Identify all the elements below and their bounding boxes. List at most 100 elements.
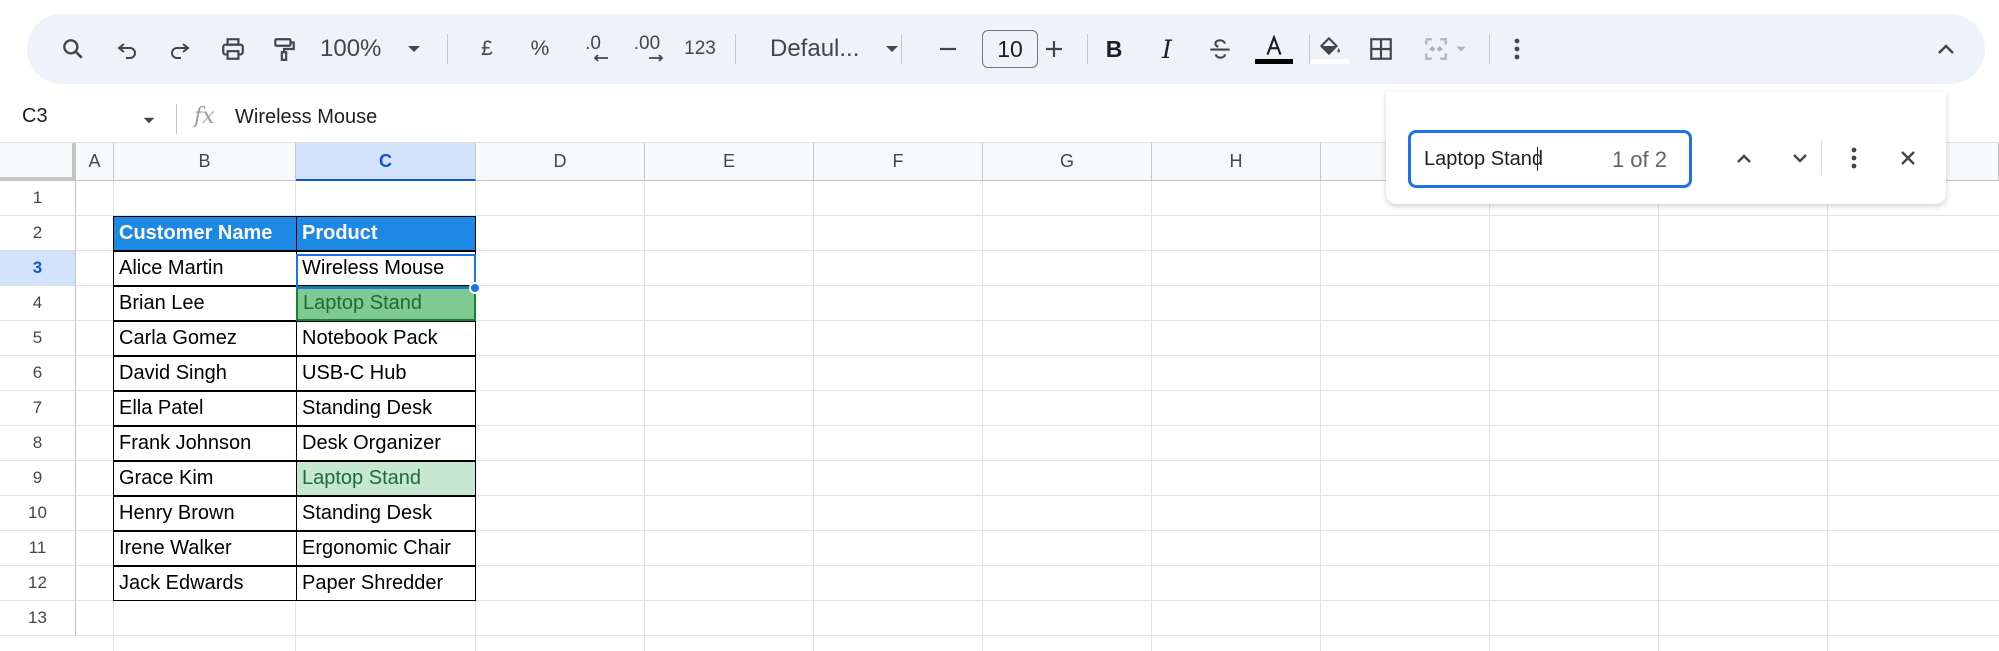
current-match-cell[interactable]: Laptop Stand xyxy=(296,286,476,321)
search-icon xyxy=(63,39,83,59)
table-cell[interactable]: Frank Johnson xyxy=(113,426,297,461)
table-cell[interactable]: Carla Gomez xyxy=(113,321,297,356)
merge-cells-button[interactable] xyxy=(1415,29,1475,69)
increase-font-size-button[interactable] xyxy=(1034,29,1074,69)
table-header-customer-name[interactable]: Customer Name xyxy=(113,216,297,251)
chevron-down-icon xyxy=(1456,46,1466,52)
previous-match-button[interactable] xyxy=(1724,138,1764,178)
table-cell[interactable]: Notebook Pack xyxy=(296,321,476,356)
row-header-1[interactable]: 1 xyxy=(0,181,76,216)
table-cell[interactable]: Standing Desk xyxy=(296,391,476,426)
name-box[interactable]: C3 xyxy=(22,105,48,128)
row-header-3[interactable]: 3 xyxy=(0,251,76,286)
row-header-13[interactable]: 13 xyxy=(0,601,76,636)
table-cell[interactable]: Henry Brown xyxy=(113,496,297,531)
search-menus-button[interactable] xyxy=(53,29,93,69)
format-currency-button[interactable]: £ xyxy=(467,29,507,69)
collapse-menus-button[interactable] xyxy=(1926,29,1966,69)
column-header-e[interactable]: E xyxy=(645,143,814,181)
percent-label: % xyxy=(530,37,550,60)
table-cell[interactable]: Irene Walker xyxy=(113,531,297,566)
decrease-decimal-button[interactable]: .0 xyxy=(571,29,615,69)
row-header-2[interactable]: 2 xyxy=(0,216,76,251)
format-percent-button[interactable]: % xyxy=(520,29,560,69)
zoom-value: 100% xyxy=(320,35,382,62)
chevron-down-icon[interactable] xyxy=(142,116,156,125)
match-cell[interactable]: Laptop Stand xyxy=(296,461,476,496)
row-header-9[interactable]: 9 xyxy=(0,461,76,496)
font-select[interactable]: Defaul... xyxy=(770,29,910,69)
column-header-a[interactable]: A xyxy=(76,143,114,181)
column-header-b[interactable]: B xyxy=(114,143,296,181)
close-find-button[interactable] xyxy=(1888,138,1928,178)
more-vert-icon xyxy=(1514,38,1520,60)
column-header-h[interactable]: H xyxy=(1152,143,1321,181)
zoom-select[interactable]: 100% xyxy=(320,29,460,69)
text-color-icon xyxy=(1266,34,1282,55)
table-cell[interactable]: Grace Kim xyxy=(113,461,297,496)
table-cell[interactable]: Standing Desk xyxy=(296,496,476,531)
table-cell[interactable]: Ergonomic Chair xyxy=(296,531,476,566)
gridline xyxy=(813,181,814,651)
chevron-down-icon xyxy=(1793,154,1807,163)
bold-button[interactable]: B xyxy=(1094,29,1134,69)
font-size-input[interactable]: 10 xyxy=(982,30,1038,68)
find-input[interactable]: Laptop Stand 1 of 2 xyxy=(1408,130,1692,188)
find-options-button[interactable] xyxy=(1834,138,1874,178)
redo-icon xyxy=(171,43,190,59)
table-cell[interactable]: USB-C Hub xyxy=(296,356,476,391)
chevron-up-icon xyxy=(1938,44,1954,54)
table-cell[interactable]: Desk Organizer xyxy=(296,426,476,461)
text-color-button[interactable] xyxy=(1254,29,1294,69)
borders-button[interactable] xyxy=(1361,29,1401,69)
next-match-button[interactable] xyxy=(1780,138,1820,178)
column-header-c[interactable]: C xyxy=(296,143,476,181)
arrow-left-icon xyxy=(593,54,608,62)
table-cell[interactable]: Brian Lee xyxy=(113,286,297,321)
column-header-f[interactable]: F xyxy=(814,143,983,181)
italic-button[interactable]: I xyxy=(1147,29,1187,69)
more-formats-button[interactable]: 123 xyxy=(678,29,722,69)
fill-color-button[interactable] xyxy=(1310,29,1350,69)
more-options-button[interactable] xyxy=(1497,29,1537,69)
row-header-10[interactable]: 10 xyxy=(0,496,76,531)
toolbar-divider xyxy=(901,34,902,64)
row-header-8[interactable]: 8 xyxy=(0,426,76,461)
increase-decimal-button[interactable]: .00 xyxy=(623,29,671,69)
row-header-11[interactable]: 11 xyxy=(0,531,76,566)
arrow-right-icon xyxy=(649,54,664,62)
column-header-d[interactable]: D xyxy=(476,143,645,181)
row-header-12[interactable]: 12 xyxy=(0,566,76,601)
row-header-4[interactable]: 4 xyxy=(0,286,76,321)
formula-input[interactable]: Wireless Mouse xyxy=(235,106,377,129)
row-header-7[interactable]: 7 xyxy=(0,391,76,426)
sheet-grid[interactable]: A B C D E F G H 1 2 3 4 5 6 7 8 9 10 11 … xyxy=(0,143,1999,651)
print-button[interactable] xyxy=(213,29,253,69)
currency-label: £ xyxy=(481,37,493,60)
fill-handle[interactable] xyxy=(469,282,481,294)
strikethrough-button[interactable] xyxy=(1200,29,1240,69)
decrease-font-size-button[interactable] xyxy=(928,29,968,69)
text-color-swatch xyxy=(1255,58,1293,64)
table-cell[interactable]: Jack Edwards xyxy=(113,566,297,601)
column-header-g[interactable]: G xyxy=(983,143,1152,181)
minus-icon xyxy=(940,47,956,51)
fill-color-swatch xyxy=(1311,59,1349,64)
select-all-corner[interactable] xyxy=(0,143,76,181)
row-header-6[interactable]: 6 xyxy=(0,356,76,391)
row-header-5[interactable]: 5 xyxy=(0,321,76,356)
undo-button[interactable] xyxy=(107,29,147,69)
table-cell[interactable]: Paper Shredder xyxy=(296,566,476,601)
gridline xyxy=(1151,181,1152,651)
paint-format-icon xyxy=(274,38,295,61)
table-cell[interactable]: Ella Patel xyxy=(113,391,297,426)
increase-decimal-label: .00 xyxy=(633,33,661,54)
paint-format-button[interactable] xyxy=(264,29,304,69)
table-cell[interactable]: David Singh xyxy=(113,356,297,391)
table-cell[interactable]: Wireless Mouse xyxy=(296,251,476,286)
table-header-product[interactable]: Product xyxy=(296,216,476,251)
redo-button[interactable] xyxy=(160,29,200,69)
undo-icon xyxy=(117,43,136,59)
table-cell[interactable]: Alice Martin xyxy=(113,251,297,286)
find-divider xyxy=(1821,140,1822,174)
